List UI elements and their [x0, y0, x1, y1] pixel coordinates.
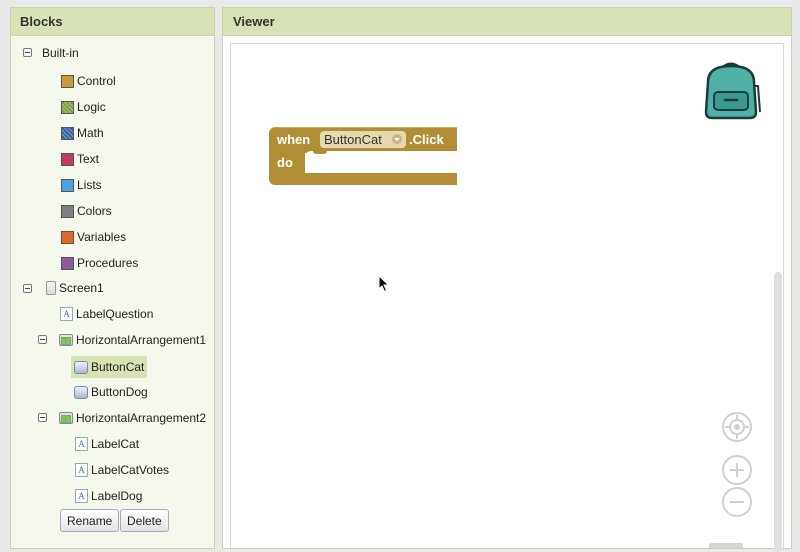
tree-label-cat[interactable]: A LabelCat — [75, 434, 139, 454]
button-icon — [74, 385, 88, 399]
tree-item-label: HorizontalArrangement1 — [76, 333, 207, 347]
variables-swatch-icon — [61, 230, 74, 244]
backpack-icon[interactable] — [698, 56, 764, 122]
trash-can-icon[interactable] — [709, 543, 743, 548]
builtin-item-label: Control — [77, 74, 116, 88]
button-icon — [74, 360, 88, 374]
blocks-panel-title: Blocks — [11, 8, 214, 36]
colors-swatch-icon — [61, 204, 74, 218]
builtin-item-variables[interactable]: Variables — [61, 227, 126, 247]
label-icon: A — [75, 437, 88, 451]
button-click-event-block[interactable]: when ButtonCat .Click do — [269, 127, 457, 185]
blocks-workspace[interactable]: when ButtonCat .Click do — [230, 43, 784, 552]
do-statement-slot[interactable] — [305, 149, 457, 173]
blocks-panel: Blocks Built-in Control Logic Math Text … — [10, 7, 215, 549]
builtin-item-procedures[interactable]: Procedures — [61, 253, 138, 273]
blocks-tree: Built-in Control Logic Math Text Lists C… — [11, 37, 214, 548]
tree-label-cat-votes[interactable]: A LabelCatVotes — [75, 460, 169, 480]
tree-screen1-label: Screen1 — [59, 281, 104, 295]
component-dropdown[interactable]: ButtonCat — [320, 131, 406, 148]
lists-swatch-icon — [61, 178, 74, 192]
tree-item-label: LabelCat — [91, 437, 140, 451]
collapse-screen1-toggle[interactable] — [23, 284, 32, 293]
tree-item-label: ButtonCat — [91, 360, 145, 374]
dropdown-arrow-icon — [392, 134, 402, 144]
text-swatch-icon — [61, 152, 74, 166]
vertical-scrollbar[interactable] — [774, 272, 782, 552]
target-icon — [725, 415, 749, 439]
label-icon: A — [75, 489, 88, 503]
builtin-item-label: Text — [77, 152, 100, 166]
event-block-footer — [269, 173, 457, 185]
rename-button[interactable]: Rename — [60, 509, 120, 532]
viewer-panel-title: Viewer — [223, 8, 791, 36]
logic-swatch-icon — [61, 100, 74, 114]
tree-builtin-label: Built-in — [42, 46, 79, 60]
builtin-item-label: Variables — [77, 230, 127, 244]
component-dropdown-value: ButtonCat — [324, 132, 382, 147]
tree-button-dog[interactable]: ButtonDog — [74, 382, 148, 402]
math-swatch-icon — [61, 126, 74, 140]
builtin-item-text[interactable]: Text — [61, 149, 99, 169]
tree-label-dog[interactable]: A LabelDog — [75, 486, 142, 506]
builtin-item-lists[interactable]: Lists — [61, 175, 102, 195]
viewer-panel: Viewer when ButtonCat .Click do — [222, 7, 792, 552]
do-keyword: do — [277, 155, 293, 170]
zoom-in-button[interactable] — [722, 455, 752, 485]
label-icon: A — [60, 307, 73, 321]
tree-item-label: LabelQuestion — [76, 307, 154, 321]
tree-item-label: LabelDog — [91, 489, 143, 503]
tree-item-label: LabelCatVotes — [91, 463, 170, 477]
minus-icon — [730, 501, 744, 503]
builtin-item-label: Lists — [77, 178, 102, 192]
tree-horizontal-arrangement1[interactable]: HorizontalArrangement1 — [59, 330, 206, 350]
tree-horizontal-arrangement2[interactable]: HorizontalArrangement2 — [59, 408, 206, 428]
tree-item-label: HorizontalArrangement2 — [76, 411, 207, 425]
builtin-item-label: Math — [77, 126, 104, 140]
builtin-item-math[interactable]: Math — [61, 123, 104, 143]
collapse-harr2-toggle[interactable] — [38, 413, 47, 422]
tree-screen1[interactable]: Screen1 — [46, 278, 104, 298]
tree-builtin[interactable]: Built-in — [42, 43, 79, 63]
zoom-out-button[interactable] — [722, 487, 752, 517]
builtin-item-control[interactable]: Control — [61, 71, 116, 91]
procedures-swatch-icon — [61, 256, 74, 270]
event-name: .Click — [409, 132, 444, 147]
tree-button-cat[interactable]: ButtonCat — [71, 356, 148, 378]
plus-icon — [730, 463, 744, 477]
when-keyword: when — [277, 132, 311, 147]
recenter-button[interactable] — [722, 412, 752, 442]
collapse-harr1-toggle[interactable] — [38, 335, 47, 344]
screen-icon — [46, 281, 56, 295]
builtin-item-label: Colors — [77, 204, 112, 218]
horizontal-arrangement-icon — [59, 334, 73, 346]
label-icon: A — [75, 463, 88, 477]
mouse-cursor-icon — [378, 275, 390, 293]
tree-item-label: ButtonDog — [91, 385, 148, 399]
horizontal-arrangement-icon — [59, 412, 73, 424]
builtin-item-colors[interactable]: Colors — [61, 201, 112, 221]
collapse-builtin-toggle[interactable] — [23, 48, 32, 57]
builtin-item-label: Procedures — [77, 256, 139, 270]
tree-label-question[interactable]: A LabelQuestion — [60, 304, 153, 324]
builtin-item-logic[interactable]: Logic — [61, 97, 106, 117]
delete-button[interactable]: Delete — [120, 509, 169, 532]
builtin-item-label: Logic — [77, 100, 106, 114]
control-swatch-icon — [61, 74, 74, 88]
